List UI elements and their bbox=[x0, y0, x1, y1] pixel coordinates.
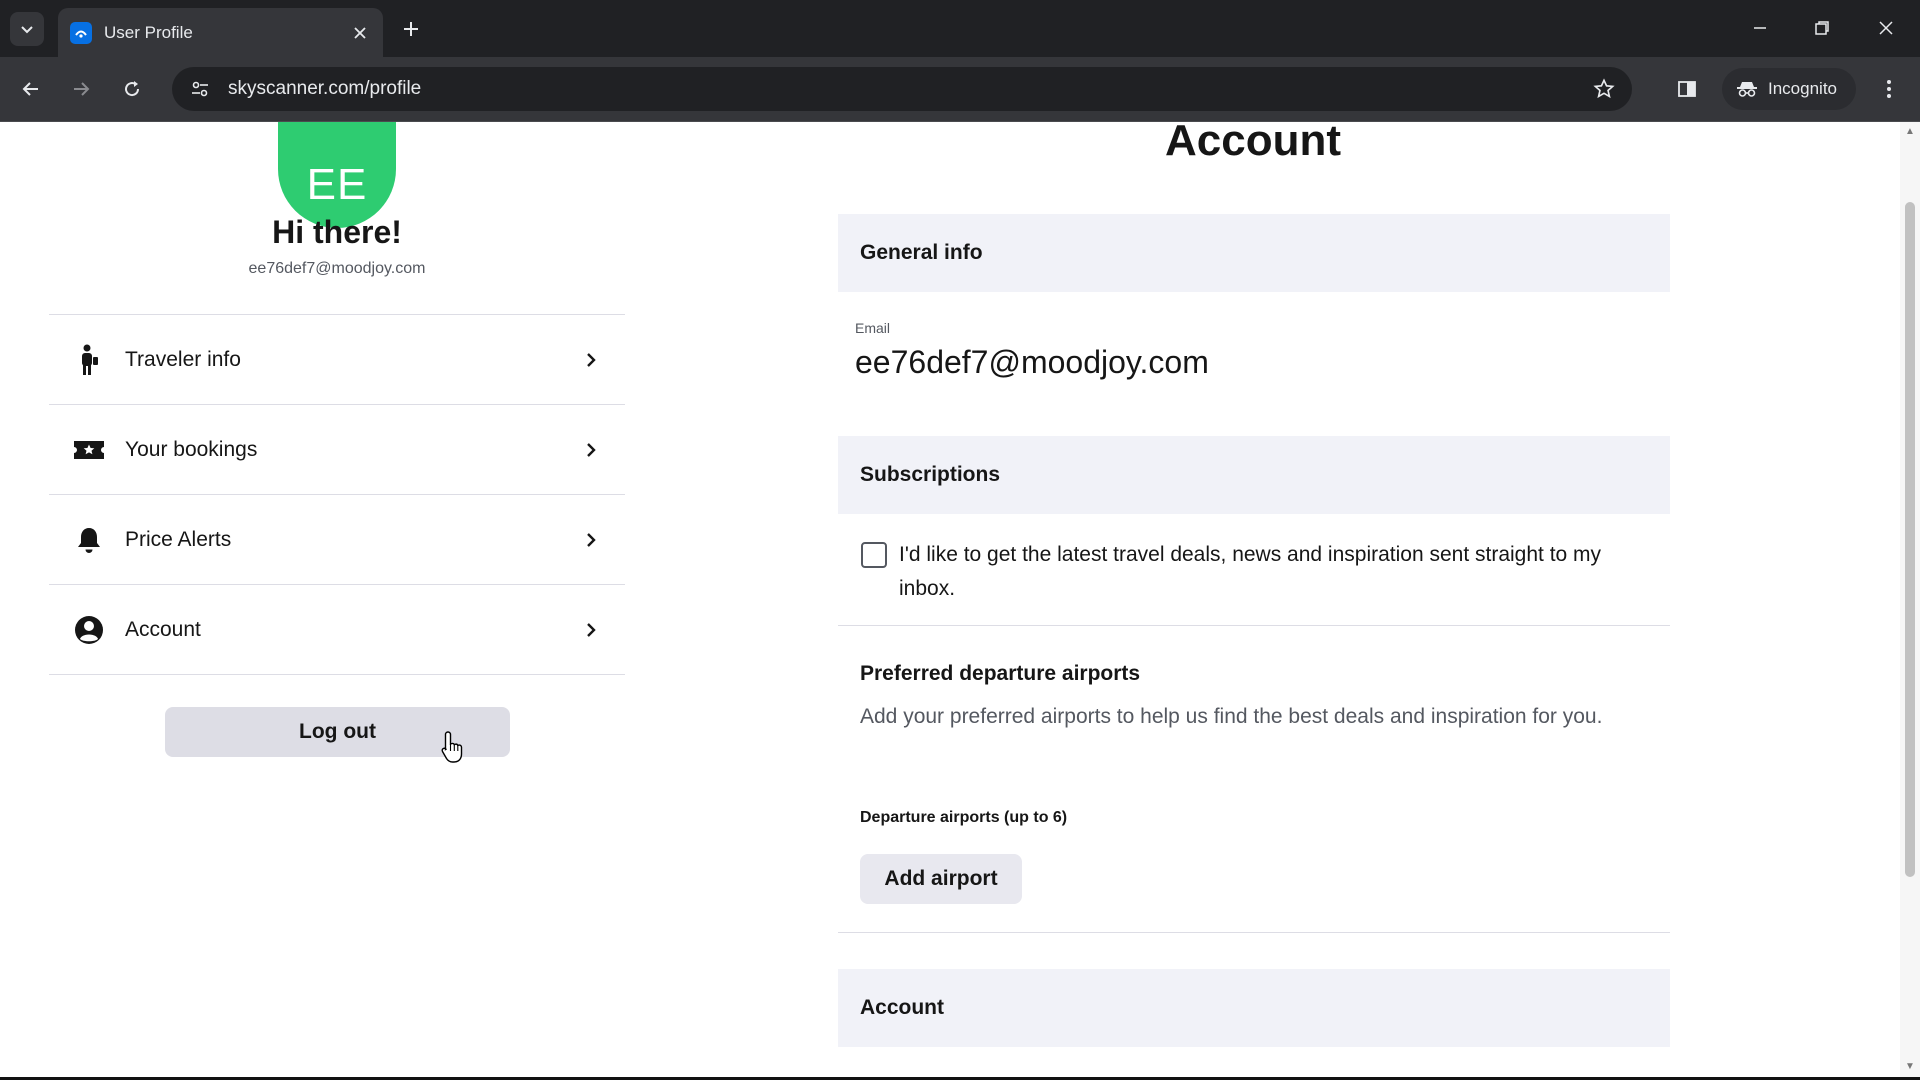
chevron-right-icon bbox=[581, 620, 601, 640]
browser-tab-strip: User Profile bbox=[0, 0, 1920, 57]
new-tab-plus-icon[interactable] bbox=[396, 14, 426, 44]
general-info-heading: General info bbox=[838, 214, 1670, 292]
scroll-up-arrow-icon[interactable]: ▲ bbox=[1904, 126, 1916, 138]
page-content: EE Hi there! ee76def7@moodjoy.com Travel… bbox=[0, 122, 1900, 1077]
restore-icon[interactable] bbox=[1802, 10, 1842, 46]
newsletter-checkbox-label[interactable]: I'd like to get the latest travel deals,… bbox=[899, 538, 1639, 606]
ticket-icon bbox=[73, 434, 105, 466]
account-circle-icon bbox=[73, 614, 105, 646]
reload-icon[interactable] bbox=[115, 72, 149, 106]
nav-item-label: Traveler info bbox=[125, 347, 241, 371]
page-title: Account bbox=[1165, 122, 1341, 165]
chevron-right-icon bbox=[581, 440, 601, 460]
back-arrow-icon[interactable] bbox=[14, 72, 48, 106]
nav-item-price-alerts[interactable]: Price Alerts bbox=[49, 495, 625, 585]
incognito-badge[interactable]: Incognito bbox=[1722, 68, 1856, 110]
greeting-heading: Hi there! bbox=[272, 214, 402, 250]
user-email: ee76def7@moodjoy.com bbox=[248, 260, 426, 277]
incognito-label: Incognito bbox=[1768, 79, 1837, 98]
account-section-heading: Account bbox=[838, 969, 1670, 1047]
chevron-down-icon bbox=[21, 26, 33, 34]
email-field-value: ee76def7@moodjoy.com bbox=[855, 344, 1209, 380]
browser-toolbar: skyscanner.com/profile Incognito bbox=[0, 57, 1920, 122]
more-vert-icon[interactable] bbox=[1872, 72, 1906, 106]
preferred-airports-heading: Preferred departure airports bbox=[860, 662, 1141, 685]
close-tab-icon[interactable] bbox=[345, 18, 375, 48]
tab-search-button[interactable] bbox=[10, 12, 44, 46]
newsletter-checkbox[interactable] bbox=[861, 542, 887, 568]
bookmark-star-icon[interactable] bbox=[1584, 78, 1624, 100]
email-field-label: Email bbox=[855, 320, 891, 336]
add-airport-button[interactable]: Add airport bbox=[860, 854, 1022, 904]
minimize-icon[interactable] bbox=[1740, 10, 1780, 46]
url-text[interactable]: skyscanner.com/profile bbox=[228, 78, 1584, 100]
incognito-icon bbox=[1737, 82, 1757, 97]
nav-item-label: Your bookings bbox=[125, 437, 258, 461]
hand-pointer-cursor-icon bbox=[441, 731, 463, 763]
chevron-right-icon bbox=[581, 530, 601, 550]
forward-arrow-icon[interactable] bbox=[64, 72, 98, 106]
section-divider bbox=[838, 625, 1670, 626]
nav-item-label: Price Alerts bbox=[125, 527, 232, 551]
browser-tab[interactable]: User Profile bbox=[58, 8, 383, 57]
nav-item-account[interactable]: Account bbox=[49, 585, 625, 675]
scroll-down-arrow-icon[interactable]: ▼ bbox=[1904, 1061, 1916, 1073]
section-divider bbox=[838, 932, 1670, 933]
profile-nav: Traveler info Your bookings Price Alerts bbox=[49, 314, 625, 675]
preferred-airports-description: Add your preferred airports to help us f… bbox=[860, 705, 1603, 728]
close-window-icon[interactable] bbox=[1866, 10, 1906, 46]
nav-item-your-bookings[interactable]: Your bookings bbox=[49, 405, 625, 495]
nav-item-traveler-info[interactable]: Traveler info bbox=[49, 315, 625, 405]
traveler-icon bbox=[73, 344, 105, 376]
tab-title: User Profile bbox=[104, 22, 193, 42]
nav-item-label: Account bbox=[125, 617, 201, 641]
scrollbar-thumb[interactable] bbox=[1905, 202, 1915, 877]
skyscanner-favicon-icon bbox=[70, 21, 92, 44]
bell-icon bbox=[73, 524, 105, 556]
avatar-initials: EE bbox=[306, 160, 368, 209]
site-info-tune-icon[interactable] bbox=[180, 79, 220, 99]
side-panel-icon[interactable] bbox=[1670, 72, 1704, 106]
avatar: EE bbox=[278, 122, 396, 228]
address-bar[interactable]: skyscanner.com/profile bbox=[172, 67, 1632, 111]
chevron-right-icon bbox=[581, 350, 601, 370]
page-scrollbar[interactable]: ▲ ▼ bbox=[1900, 122, 1920, 1077]
subscriptions-heading: Subscriptions bbox=[838, 436, 1670, 514]
departure-airports-label: Departure airports (up to 6) bbox=[860, 809, 1068, 826]
